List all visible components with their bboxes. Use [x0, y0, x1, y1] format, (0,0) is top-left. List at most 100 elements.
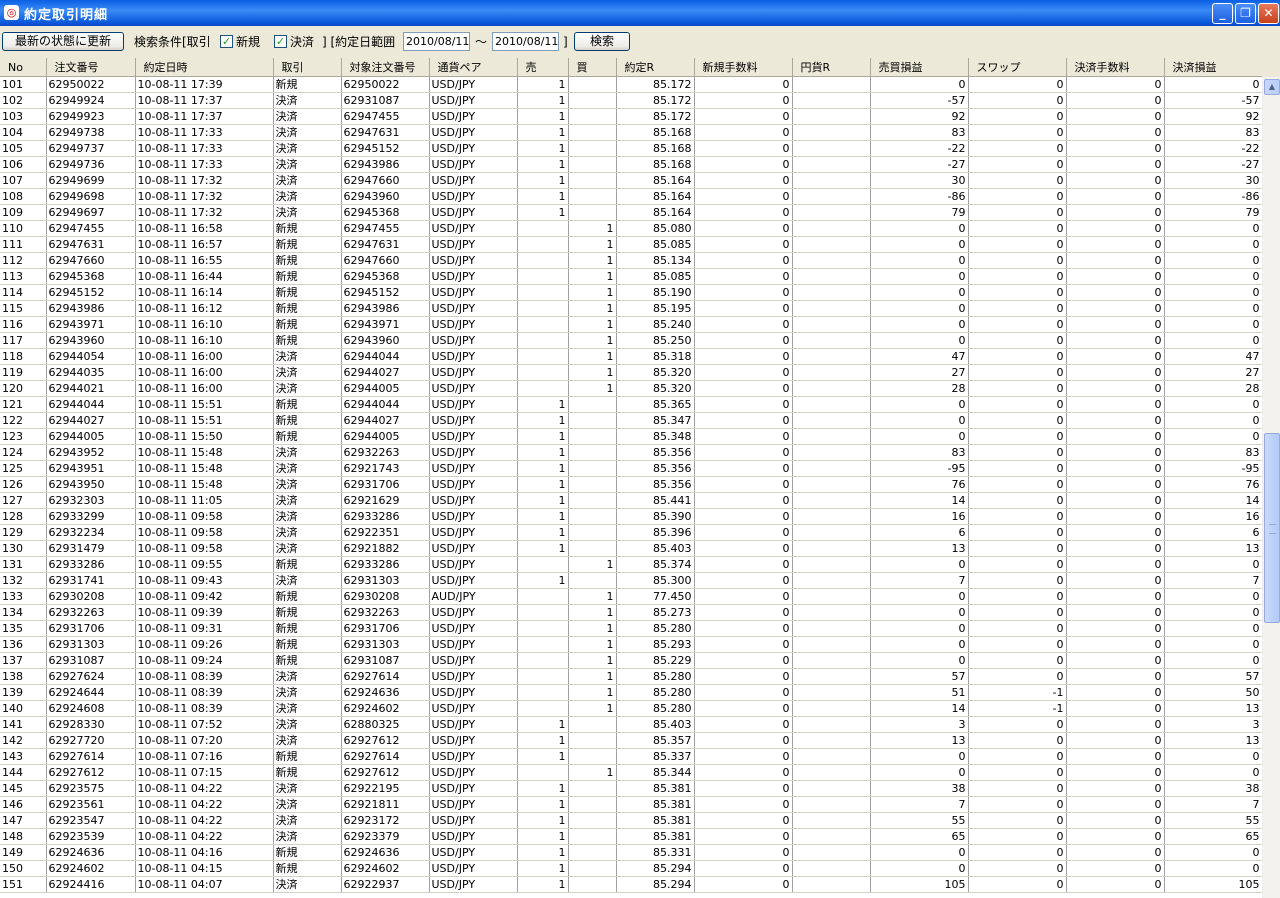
- table-cell[interactable]: 0: [694, 252, 793, 269]
- table-cell[interactable]: 0: [694, 300, 793, 317]
- table-cell[interactable]: 62932263: [46, 604, 136, 621]
- table-cell[interactable]: USD/JPY: [429, 332, 518, 349]
- table-cell[interactable]: 77.450: [616, 588, 695, 605]
- table-row[interactable]: 114 62945152 10-08-11 16:14 新規 62945152 USD/J…: [0, 284, 1262, 301]
- table-cell[interactable]: 85.164: [616, 172, 695, 189]
- table-cell[interactable]: 79: [870, 204, 969, 221]
- table-cell[interactable]: 85.348: [616, 428, 695, 445]
- table-cell[interactable]: 85.168: [616, 156, 695, 173]
- table-cell[interactable]: 0: [1066, 876, 1165, 893]
- table-cell[interactable]: 決済: [273, 716, 342, 733]
- column-header[interactable]: 約定R: [616, 58, 695, 77]
- table-cell[interactable]: [568, 572, 617, 589]
- table-cell[interactable]: 1: [517, 572, 569, 589]
- table-cell[interactable]: 62944005: [341, 380, 430, 397]
- table-cell[interactable]: [517, 252, 569, 269]
- table-cell[interactable]: 0: [870, 588, 969, 605]
- table-cell[interactable]: 62944044: [46, 396, 136, 413]
- table-cell[interactable]: -86: [870, 188, 969, 205]
- table-cell[interactable]: [792, 716, 871, 733]
- table-row[interactable]: 123 62944005 10-08-11 15:50 新規 62944005 USD/J…: [0, 428, 1262, 445]
- table-row[interactable]: 119 62944035 10-08-11 16:00 決済 62944027 USD/J…: [0, 364, 1262, 381]
- table-cell[interactable]: 0: [694, 668, 793, 685]
- table-cell[interactable]: 85.390: [616, 508, 695, 525]
- table-cell[interactable]: 0: [1066, 124, 1165, 141]
- table-cell[interactable]: USD/JPY: [429, 844, 518, 861]
- table-cell[interactable]: 0: [694, 92, 793, 109]
- table-cell[interactable]: 55: [1164, 812, 1262, 829]
- table-cell[interactable]: 0: [1066, 492, 1165, 509]
- table-cell[interactable]: 62921811: [341, 796, 430, 813]
- table-row[interactable]: 150 62924602 10-08-11 04:15 新規 62924602 USD/J…: [0, 860, 1262, 877]
- table-cell[interactable]: 0: [1164, 652, 1262, 669]
- table-cell[interactable]: 85.356: [616, 476, 695, 493]
- table-cell[interactable]: 140: [0, 700, 47, 717]
- table-cell[interactable]: USD/JPY: [429, 364, 518, 381]
- table-cell[interactable]: 134: [0, 604, 47, 621]
- table-cell[interactable]: 0: [1066, 380, 1165, 397]
- table-cell[interactable]: 0: [1164, 428, 1262, 445]
- table-cell[interactable]: -57: [870, 92, 969, 109]
- table-cell[interactable]: 85.164: [616, 204, 695, 221]
- table-cell[interactable]: 62923547: [46, 812, 136, 829]
- table-cell[interactable]: 0: [870, 844, 969, 861]
- table-cell[interactable]: 0: [694, 716, 793, 733]
- table-cell[interactable]: [517, 380, 569, 397]
- table-cell[interactable]: 62931303: [46, 636, 136, 653]
- table-cell[interactable]: 0: [968, 348, 1067, 365]
- table-cell[interactable]: 104: [0, 124, 47, 141]
- table-cell[interactable]: 10-08-11 16:12: [135, 300, 274, 317]
- table-cell[interactable]: [792, 828, 871, 845]
- table-cell[interactable]: 10-08-11 09:43: [135, 572, 274, 589]
- table-cell[interactable]: USD/JPY: [429, 172, 518, 189]
- table-row[interactable]: 129 62932234 10-08-11 09:58 決済 62922351 USD/J…: [0, 524, 1262, 541]
- table-cell[interactable]: 125: [0, 460, 47, 477]
- table-cell[interactable]: [517, 332, 569, 349]
- table-cell[interactable]: 新規: [273, 284, 342, 301]
- table-row[interactable]: 102 62949924 10-08-11 17:37 決済 62931087 USD/J…: [0, 92, 1262, 109]
- table-cell[interactable]: 10-08-11 15:48: [135, 476, 274, 493]
- table-cell[interactable]: [568, 876, 617, 893]
- table-cell[interactable]: 10-08-11 15:50: [135, 428, 274, 445]
- table-cell[interactable]: 決済: [273, 156, 342, 173]
- table-cell[interactable]: 0: [870, 76, 969, 93]
- table-cell[interactable]: 62931479: [46, 540, 136, 557]
- table-cell[interactable]: 62944027: [46, 412, 136, 429]
- table-cell[interactable]: 0: [1164, 332, 1262, 349]
- table-cell[interactable]: 1: [517, 108, 569, 125]
- table-cell[interactable]: 0: [968, 668, 1067, 685]
- table-cell[interactable]: USD/JPY: [429, 92, 518, 109]
- table-row[interactable]: 104 62949738 10-08-11 17:33 決済 62947631 USD/J…: [0, 124, 1262, 141]
- table-cell[interactable]: 62944005: [46, 428, 136, 445]
- table-cell[interactable]: 1: [568, 364, 617, 381]
- table-cell[interactable]: 0: [870, 620, 969, 637]
- table-cell[interactable]: 0: [968, 140, 1067, 157]
- table-cell[interactable]: 0: [694, 860, 793, 877]
- table-cell[interactable]: 新規: [273, 76, 342, 93]
- close-button[interactable]: ✕: [1258, 3, 1279, 24]
- table-row[interactable]: 120 62944021 10-08-11 16:00 決済 62944005 USD/J…: [0, 380, 1262, 397]
- table-cell[interactable]: USD/JPY: [429, 188, 518, 205]
- table-row[interactable]: 132 62931741 10-08-11 09:43 決済 62931303 USD/J…: [0, 572, 1262, 589]
- table-cell[interactable]: 7: [1164, 572, 1262, 589]
- table-cell[interactable]: 10-08-11 04:15: [135, 860, 274, 877]
- table-cell[interactable]: 62944044: [341, 348, 430, 365]
- table-cell[interactable]: 85.280: [616, 700, 695, 717]
- table-cell[interactable]: 0: [870, 652, 969, 669]
- app-icon[interactable]: ◎: [4, 5, 19, 20]
- table-cell[interactable]: 0: [968, 172, 1067, 189]
- table-cell[interactable]: 0: [694, 156, 793, 173]
- table-cell[interactable]: 10-08-11 09:58: [135, 508, 274, 525]
- table-cell[interactable]: [792, 588, 871, 605]
- table-cell[interactable]: [792, 284, 871, 301]
- table-cell[interactable]: 0: [1164, 252, 1262, 269]
- table-cell[interactable]: 0: [870, 268, 969, 285]
- table-cell[interactable]: 0: [1066, 812, 1165, 829]
- table-cell[interactable]: 85.396: [616, 524, 695, 541]
- table-cell[interactable]: 62931706: [341, 620, 430, 637]
- table-cell[interactable]: 新規: [273, 588, 342, 605]
- table-cell[interactable]: 85.374: [616, 556, 695, 573]
- table-cell[interactable]: 1: [517, 140, 569, 157]
- table-cell[interactable]: [568, 124, 617, 141]
- table-cell[interactable]: USD/JPY: [429, 220, 518, 237]
